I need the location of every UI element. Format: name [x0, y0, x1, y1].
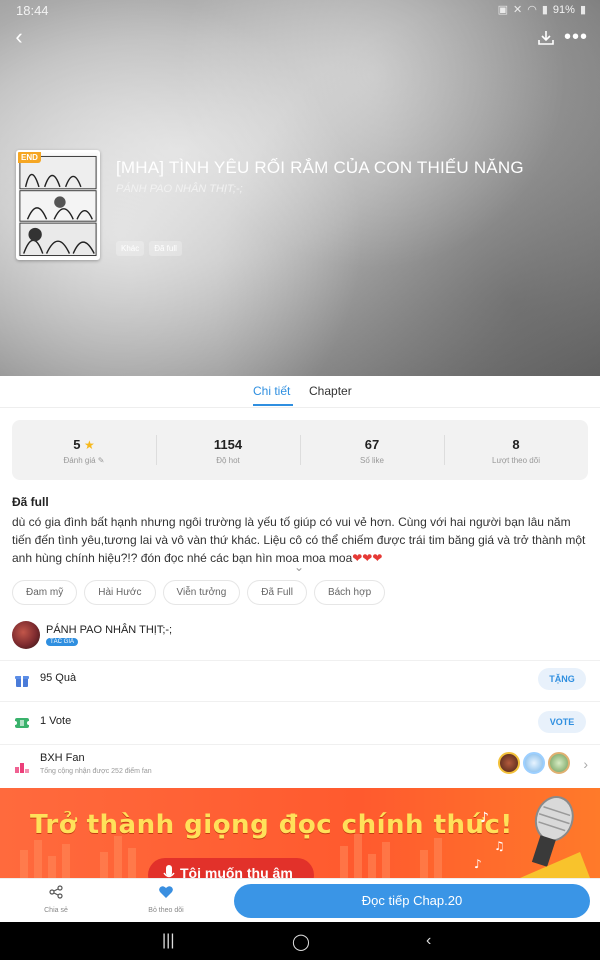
more-options-icon[interactable]: ••• — [564, 26, 588, 49]
hot-value: 1154 — [213, 437, 243, 452]
status-time: 18:44 — [16, 3, 49, 18]
fan-points-summary: Tổng cộng nhận được 252 điểm fan — [40, 768, 152, 775]
gift-button[interactable]: TẶNG — [538, 668, 586, 690]
story-description: dù có gia đình bất hạnh nhưng ngôi trườn… — [12, 513, 588, 567]
rating-label: Đánh giá — [63, 456, 96, 465]
genre-tag[interactable]: Bách hợp — [313, 580, 386, 605]
heart-icon — [159, 886, 173, 898]
story-author[interactable]: PÁNH PAO NHÂN THỊT;-; — [116, 183, 243, 195]
genre-tag[interactable]: Đã Full — [247, 580, 307, 605]
share-label: Chia sẻ — [44, 907, 68, 914]
vote-ticket-icon — [14, 718, 30, 728]
stat-rating[interactable]: 5 ★ Đánh giá ✎ — [12, 420, 156, 480]
divider — [0, 701, 600, 702]
likes-label: Số like — [359, 456, 384, 465]
stat-hot: 1154 Độ hot — [156, 420, 300, 480]
unfollow-button[interactable]: Bỏ theo dõi — [136, 885, 196, 914]
notification-icon: ▣ — [497, 4, 509, 16]
hero-header: 18:44 ▣ ✕ ◠ ▮ 91% ▮ ‹ ••• END [MHA] TÌNH… — [0, 0, 600, 376]
vote-row: 1 Vote VOTE — [0, 703, 600, 743]
voice-recording-banner[interactable]: Trở thành giọng đọc chính thức! ♪ ♫ ♪ Tô… — [0, 788, 600, 880]
vote-button[interactable]: VOTE — [538, 711, 586, 733]
download-icon[interactable] — [536, 28, 556, 48]
genre-tag[interactable]: Đam mỹ — [12, 580, 78, 605]
podium-icon — [15, 763, 29, 773]
stats-card: 5 ★ Đánh giá ✎ 1154 Độ hot 67 Số like 8 … — [12, 420, 588, 480]
svg-text:♪: ♪ — [474, 857, 482, 871]
gift-row: 95 Quà TẶNG — [0, 660, 600, 700]
fan-ranking-title: BXH Fan — [40, 752, 85, 764]
record-button[interactable]: Tôi muốn thu âm — [148, 858, 314, 880]
story-status: Đã full — [12, 495, 49, 509]
expand-chevron-icon[interactable]: ⌄ — [294, 560, 304, 574]
hero-tag[interactable]: Đã full — [149, 241, 182, 256]
battery-icon: ▮ — [579, 4, 586, 16]
hearts-emoji: ❤❤❤ — [352, 551, 383, 565]
hot-label: Độ hot — [216, 456, 240, 465]
signal-icon: ▮ — [541, 4, 548, 16]
cover-artwork — [18, 152, 98, 258]
fan-ranking-row[interactable]: BXH Fan Tổng cộng nhận được 252 điểm fan… — [0, 746, 600, 786]
top-fans — [498, 752, 570, 774]
status-bar: 18:44 ▣ ✕ ◠ ▮ 91% ▮ — [0, 0, 600, 22]
share-icon — [49, 885, 63, 899]
gift-icon — [15, 676, 29, 687]
recent-apps-icon[interactable]: ||| — [162, 932, 174, 950]
hero-tags: Khác Đã full — [116, 241, 182, 256]
tab-chapter[interactable]: Chapter — [309, 384, 352, 398]
followers-value: 8 — [512, 437, 520, 452]
system-nav-bar: ||| ◯ ‹ — [0, 922, 600, 960]
back-nav-icon[interactable]: ‹ — [426, 932, 431, 950]
genre-tag[interactable]: Hài Hước — [84, 580, 156, 605]
continue-reading-button[interactable]: Đọc tiếp Chap.20 — [234, 884, 590, 918]
genre-tag[interactable]: Viễn tưởng — [162, 580, 241, 605]
chevron-right-icon: › — [583, 756, 588, 772]
description-text: dù có gia đình bất hạnh nhưng ngôi trườn… — [12, 515, 586, 565]
bottom-action-bar: Chia sẻ Bỏ theo dõi Đọc tiếp Chap.20 — [0, 878, 600, 922]
edit-icon: ✎ — [97, 456, 105, 465]
genre-list: Đam mỹ Hài Hước Viễn tưởng Đã Full Bách … — [12, 580, 386, 605]
rating-value: 5 — [73, 437, 81, 452]
star-icon: ★ — [84, 438, 95, 452]
tab-details[interactable]: Chi tiết — [253, 384, 290, 398]
stat-likes: 67 Số like — [300, 420, 444, 480]
home-icon[interactable]: ◯ — [292, 932, 310, 952]
back-icon[interactable]: ‹ — [8, 26, 30, 48]
microphone-icon: ♪ ♫ ♪ — [474, 796, 590, 878]
author-badge: TÁC GIẢ — [46, 638, 79, 646]
battery-percent: 91% — [552, 3, 575, 16]
hero-tag[interactable]: Khác — [116, 241, 145, 256]
wifi-icon: ◠ — [527, 4, 537, 16]
vote-count: 1 Vote — [40, 715, 72, 727]
mute-icon: ✕ — [513, 4, 523, 16]
followers-label: Lượt theo dõi — [492, 456, 540, 465]
author-row[interactable]: PÁNH PAO NHÂN THỊT;-; TÁC GIẢ — [12, 621, 588, 651]
story-cover: END — [16, 150, 100, 260]
divider — [0, 744, 600, 745]
fan-avatar[interactable] — [548, 752, 570, 774]
tab-bar: Chi tiết Chapter — [0, 376, 600, 408]
author-name[interactable]: PÁNH PAO NHÂN THỊT;-; — [46, 624, 172, 636]
unfollow-label: Bỏ theo dõi — [148, 907, 184, 914]
svg-text:♪: ♪ — [480, 810, 489, 826]
story-title: [MHA] TÌNH YÊU RỐI RẮM CỦA CON THIẾU NĂN… — [116, 158, 524, 177]
svg-text:♫: ♫ — [494, 839, 505, 853]
share-button[interactable]: Chia sẻ — [26, 885, 86, 914]
fan-avatar[interactable] — [523, 752, 545, 774]
end-badge: END — [18, 152, 41, 163]
stat-followers: 8 Lượt theo dõi — [444, 420, 588, 480]
author-avatar[interactable] — [12, 621, 40, 649]
gift-count: 95 Quà — [40, 672, 77, 684]
tab-indicator — [253, 404, 293, 406]
likes-value: 67 — [364, 437, 380, 452]
banner-headline: Trở thành giọng đọc chính thức! — [30, 810, 513, 840]
fan-avatar[interactable] — [498, 752, 520, 774]
